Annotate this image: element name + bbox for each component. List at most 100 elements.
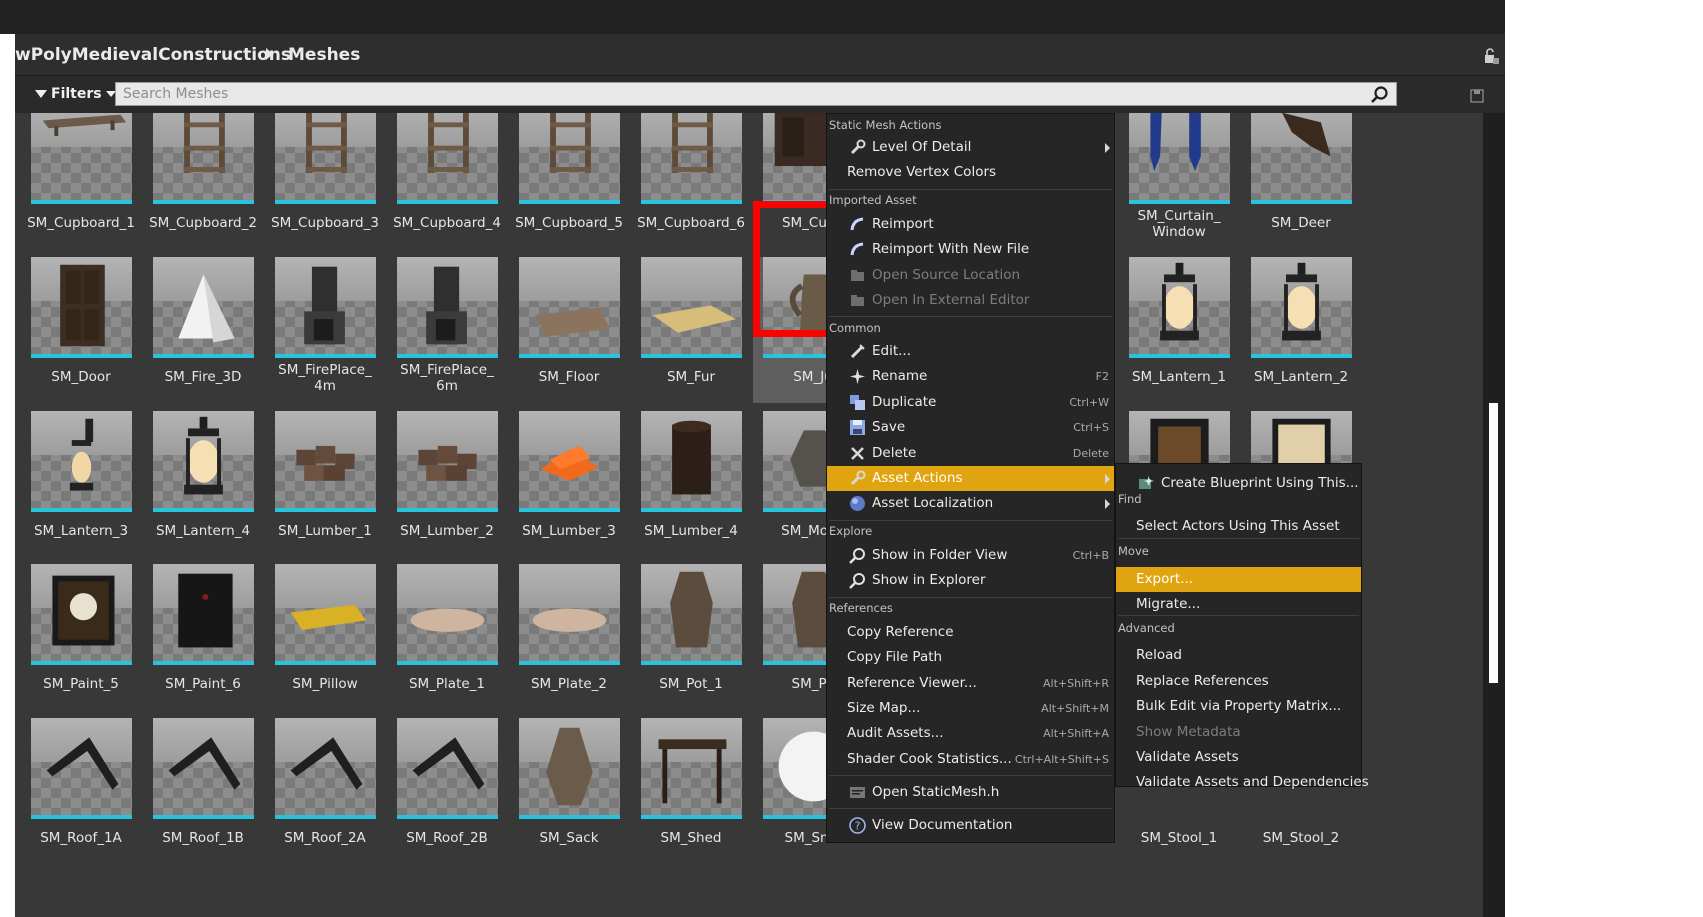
submenu-item-create-blueprint-using-this[interactable]: Create Blueprint Using This... bbox=[1116, 471, 1361, 496]
menu-section-heading: Explore bbox=[829, 524, 873, 538]
asset-name: SM_Cupboard_1 bbox=[27, 215, 135, 231]
asset-tile[interactable]: SM_Door bbox=[21, 257, 141, 403]
asset-name: SM_Pillow bbox=[292, 676, 358, 692]
scroll-thumb[interactable] bbox=[1489, 403, 1498, 683]
save-search-icon[interactable] bbox=[1470, 89, 1484, 103]
menu-item-view-documentation[interactable]: ? View Documentation bbox=[827, 813, 1114, 838]
asset-name: SM_Lantern_2 bbox=[1253, 369, 1349, 385]
asset-name: SM_Fur bbox=[666, 369, 716, 385]
search-icon[interactable] bbox=[1370, 85, 1390, 105]
asset-tile[interactable]: SM_FirePlace_ 6m bbox=[387, 257, 507, 403]
asset-tile[interactable]: SM_Lumber_4 bbox=[631, 411, 751, 557]
wall-lantern-mesh-icon bbox=[31, 411, 132, 508]
menu-section-heading: Find bbox=[1118, 492, 1142, 506]
asset-tile[interactable]: SM_Cupboard_4 bbox=[387, 113, 507, 249]
asset-thumbnail bbox=[153, 564, 254, 665]
submenu-item-show-metadata[interactable]: Show Metadata bbox=[1116, 720, 1361, 745]
breadcrumb-separator-icon[interactable] bbox=[266, 48, 273, 60]
filters-button[interactable]: Filters bbox=[29, 82, 121, 106]
asset-tile[interactable]: SM_Pillow bbox=[265, 564, 385, 710]
menu-item-remove-vertex-colors[interactable]: Remove Vertex Colors bbox=[827, 160, 1114, 185]
submenu-item-reload[interactable]: Reload bbox=[1116, 643, 1361, 668]
asset-tile[interactable]: SM_Lantern_4 bbox=[143, 411, 263, 557]
lumber-mesh-icon bbox=[397, 411, 498, 508]
asset-tile[interactable]: SM_Lantern_1 bbox=[1119, 257, 1239, 403]
asset-tile[interactable]: SM_FirePlace_ 4m bbox=[265, 257, 385, 403]
menu-item-reference-viewer[interactable]: Reference Viewer... Alt+Shift+R bbox=[827, 671, 1114, 696]
menu-item-open-in-external-editor[interactable]: Open In External Editor bbox=[827, 288, 1114, 313]
asset-tile[interactable]: SM_Roof_1B bbox=[143, 718, 263, 864]
asset-tile[interactable]: SM_Cupboard_1 bbox=[21, 113, 141, 249]
asset-tile[interactable]: SM_Plate_1 bbox=[387, 564, 507, 710]
asset-tile[interactable]: SM_Deer bbox=[1241, 113, 1361, 249]
menu-item-copy-file-path[interactable]: Copy File Path bbox=[827, 645, 1114, 670]
asset-name: SM_Plate_2 bbox=[530, 676, 608, 692]
asset-tile[interactable]: SM_Fur bbox=[631, 257, 751, 403]
asset-tile[interactable]: SM_Paint_5 bbox=[21, 564, 141, 710]
submenu-item-migrate[interactable]: Migrate... bbox=[1116, 592, 1361, 617]
menu-item-level-of-detail[interactable]: Level Of Detail bbox=[827, 135, 1114, 160]
breadcrumb-root[interactable]: wPolyMedievalConstructions bbox=[15, 45, 291, 65]
submenu-item-export[interactable]: Export... bbox=[1116, 567, 1361, 592]
asset-name: SM_Pot_1 bbox=[659, 676, 723, 692]
asset-name: SM_Lumber_2 bbox=[400, 523, 494, 539]
asset-tile[interactable]: SM_Lumber_3 bbox=[509, 411, 629, 557]
menu-item-rename[interactable]: Rename F2 bbox=[827, 364, 1114, 389]
submenu-item-validate-assets-and-dependencies[interactable]: Validate Assets and Dependencies bbox=[1116, 770, 1369, 795]
menu-item-reimport[interactable]: Reimport bbox=[827, 212, 1114, 237]
asset-tile[interactable]: SM_Floor bbox=[509, 257, 629, 403]
menu-item-audit-assets[interactable]: Audit Assets... Alt+Shift+A bbox=[827, 721, 1114, 746]
asset-name: SM_Paint_6 bbox=[165, 676, 241, 692]
asset-tile[interactable]: SM_Curtain_ Window bbox=[1119, 113, 1239, 249]
asset-name: SM_Lumber_1 bbox=[278, 523, 372, 539]
menu-item-duplicate[interactable]: Duplicate Ctrl+W bbox=[827, 390, 1114, 415]
context-menu: Static Mesh Actions Level Of Detail Remove… bbox=[826, 113, 1115, 843]
menu-item-edit[interactable]: Edit... bbox=[827, 339, 1114, 364]
asset-tile[interactable]: SM_Roof_2A bbox=[265, 718, 385, 864]
submenu-item-bulk-edit-via-property-matrix[interactable]: Bulk Edit via Property Matrix... bbox=[1116, 694, 1361, 719]
asset-tile[interactable]: SM_Roof_1A bbox=[21, 718, 141, 864]
menu-item-show-in-folder-view[interactable]: Show in Folder View Ctrl+B bbox=[827, 543, 1114, 568]
menu-item-size-map[interactable]: Size Map... Alt+Shift+M bbox=[827, 696, 1114, 721]
asset-tile[interactable]: SM_Plate_2 bbox=[509, 564, 629, 710]
menu-item-shader-cook-statistics[interactable]: Shader Cook Statistics... Ctrl+Alt+Shift+… bbox=[827, 747, 1114, 772]
lock-icon[interactable] bbox=[1482, 47, 1500, 65]
menu-item-delete[interactable]: Delete Delete bbox=[827, 441, 1114, 466]
menu-item-asset-localization[interactable]: Asset Localization bbox=[827, 491, 1114, 516]
asset-tile[interactable]: SM_Pot_1 bbox=[631, 564, 751, 710]
asset-tile[interactable]: SM_Lantern_3 bbox=[21, 411, 141, 557]
menu-item-reimport-with-new-file[interactable]: Reimport With New File bbox=[827, 237, 1114, 262]
submenu-item-validate-assets[interactable]: Validate Assets bbox=[1116, 745, 1361, 770]
asset-tile[interactable]: SM_Cupboard_2 bbox=[143, 113, 263, 249]
filters-label: Filters bbox=[51, 86, 102, 102]
submenu-item-replace-references[interactable]: Replace References bbox=[1116, 669, 1361, 694]
menu-item-show-in-explorer[interactable]: Show in Explorer bbox=[827, 568, 1114, 593]
submenu-item-select-actors-using-this-asset[interactable]: Select Actors Using This Asset bbox=[1116, 514, 1361, 539]
search-input[interactable] bbox=[116, 83, 1396, 105]
asset-tile[interactable]: SM_Lumber_2 bbox=[387, 411, 507, 557]
fur-mesh-icon bbox=[641, 257, 742, 354]
grid-scrollbar[interactable] bbox=[1483, 113, 1505, 917]
asset-tile[interactable]: SM_Sack bbox=[509, 718, 629, 864]
menu-item-open-source-location[interactable]: Open Source Location bbox=[827, 263, 1114, 288]
asset-tile[interactable]: SM_Cupboard_3 bbox=[265, 113, 385, 249]
menu-item-save[interactable]: Save Ctrl+S bbox=[827, 415, 1114, 440]
asset-tile[interactable]: SM_Cupboard_6 bbox=[631, 113, 751, 249]
editor-top-bar bbox=[0, 0, 1505, 34]
code-icon bbox=[849, 784, 866, 801]
asset-thumbnail bbox=[153, 113, 254, 204]
asset-thumbnail bbox=[275, 718, 376, 819]
asset-tile[interactable]: SM_Roof_2B bbox=[387, 718, 507, 864]
asset-tile[interactable]: SM_Lantern_2 bbox=[1241, 257, 1361, 403]
submenu-item-label: Bulk Edit via Property Matrix... bbox=[1136, 698, 1342, 714]
asset-tile[interactable]: SM_Lumber_1 bbox=[265, 411, 385, 557]
menu-item-copy-reference[interactable]: Copy Reference bbox=[827, 620, 1114, 645]
breadcrumb-current[interactable]: Meshes bbox=[288, 45, 360, 65]
menu-item-asset-actions[interactable]: Asset Actions bbox=[827, 466, 1114, 491]
asset-tile[interactable]: SM_Paint_6 bbox=[143, 564, 263, 710]
asset-tile[interactable]: SM_Cupboard_5 bbox=[509, 113, 629, 249]
asset-name: SM_Roof_1A bbox=[40, 830, 122, 846]
asset-tile[interactable]: SM_Shed bbox=[631, 718, 751, 864]
menu-item-open-staticmesh-h[interactable]: Open StaticMesh.h bbox=[827, 780, 1114, 805]
asset-tile[interactable]: SM_Fire_3D bbox=[143, 257, 263, 403]
